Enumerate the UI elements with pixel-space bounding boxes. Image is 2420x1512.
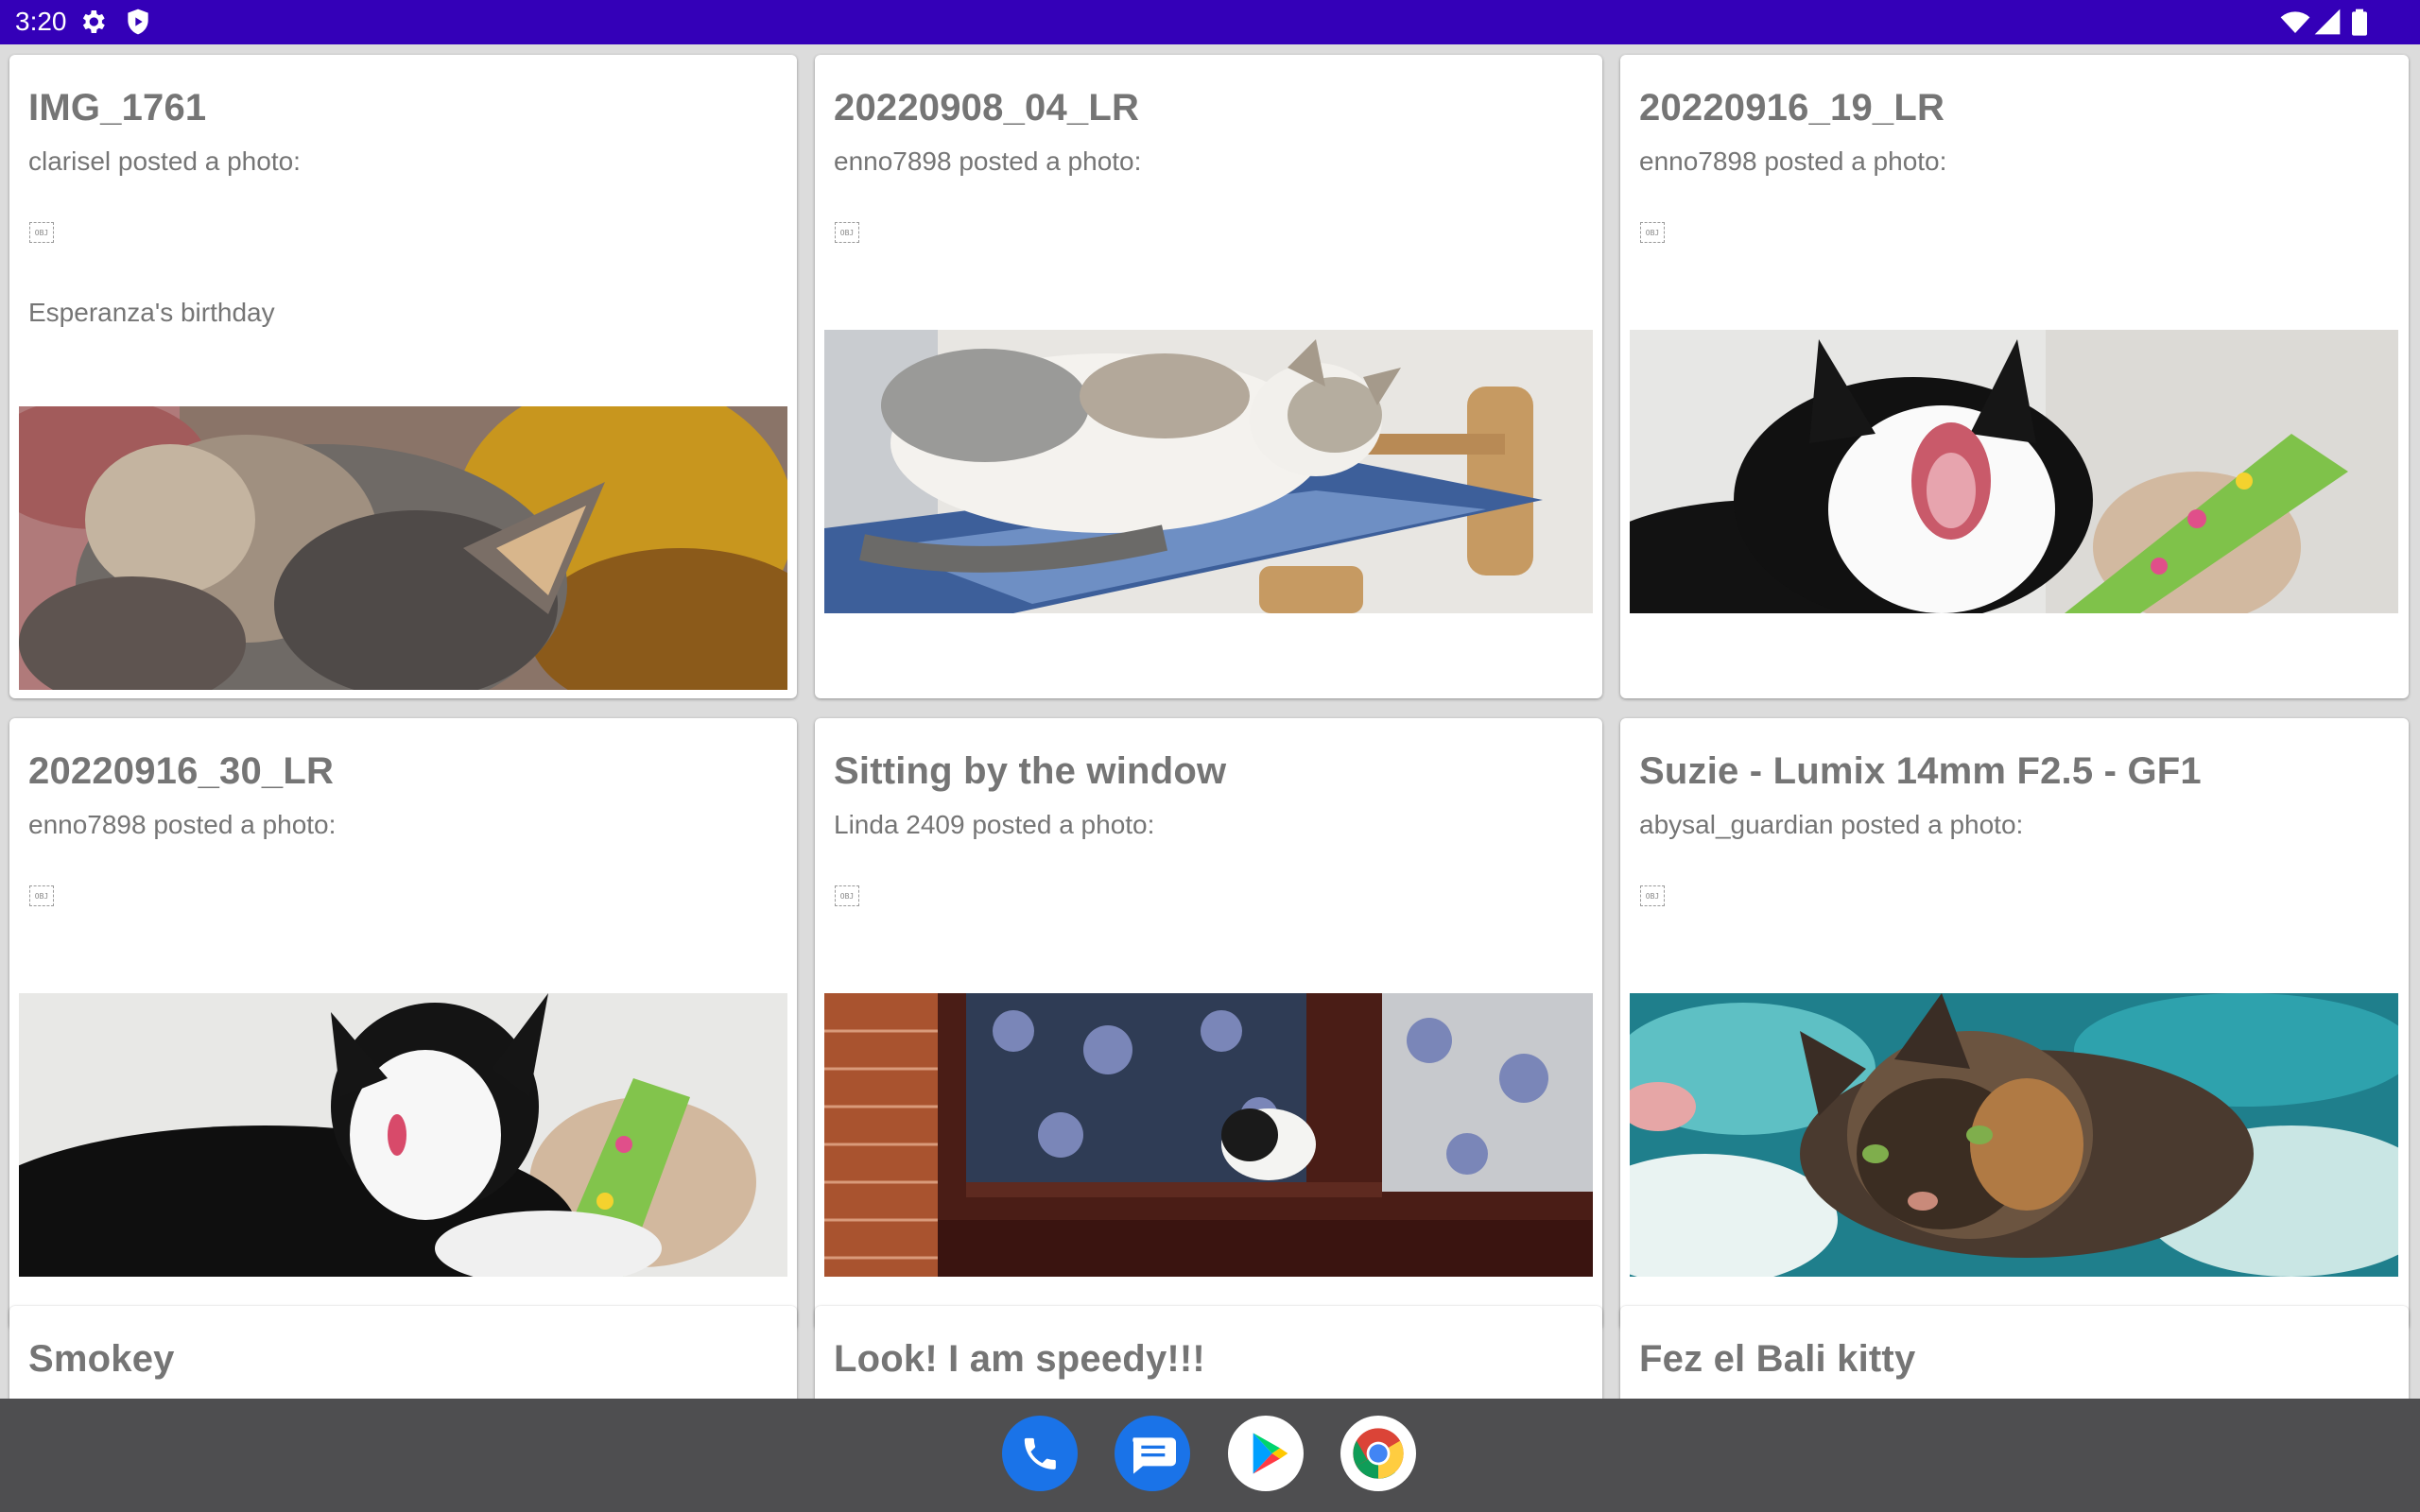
card-byline: enno7898 posted a photo:	[1639, 146, 1947, 176]
play-store-app-button[interactable]	[1228, 1416, 1304, 1491]
feed-card[interactable]: IMG_1761 clarisel posted a photo: OBJ Es…	[9, 55, 797, 698]
object-placeholder-icon: OBJ	[835, 885, 859, 906]
card-byline: clarisel posted a photo:	[28, 146, 301, 176]
card-title: Smokey	[28, 1338, 175, 1380]
card-photo[interactable]	[1630, 330, 2398, 613]
card-title: IMG_1761	[28, 87, 207, 129]
object-placeholder-icon: OBJ	[1640, 222, 1665, 243]
card-caption: Esperanza's birthday	[28, 298, 275, 327]
phone-icon	[1024, 1437, 1056, 1469]
card-title: 20220916_30_LR	[28, 750, 335, 792]
card-title: Look! I am speedy!!!	[834, 1338, 1205, 1380]
object-placeholder-icon: OBJ	[1640, 885, 1665, 906]
feed-card[interactable]: Look! I am speedy!!!	[815, 1306, 1602, 1399]
card-photo[interactable]	[824, 330, 1593, 613]
card-title: Fez el Bali kitty	[1639, 1338, 1916, 1380]
card-photo[interactable]	[19, 993, 787, 1277]
card-title: 20220908_04_LR	[834, 87, 1140, 129]
battery-icon	[2352, 9, 2367, 36]
card-byline: Linda 2409 posted a photo:	[834, 810, 1155, 839]
feed-card[interactable]: 20220916_30_LR enno7898 posted a photo: …	[9, 718, 797, 1330]
messages-app-button[interactable]	[1115, 1416, 1190, 1491]
feed-card[interactable]: 20220916_19_LR enno7898 posted a photo: …	[1620, 55, 2409, 698]
card-photo[interactable]	[824, 993, 1593, 1277]
wifi-icon	[2280, 11, 2310, 33]
messages-icon	[1132, 1437, 1176, 1474]
shield-icon	[128, 9, 148, 35]
feed-card[interactable]: Suzie - Lumix 14mm F2.5 - GF1 abysal_gua…	[1620, 718, 2409, 1330]
feed-card[interactable]: 20220908_04_LR enno7898 posted a photo: …	[815, 55, 1602, 698]
feed-card[interactable]: Sitting by the window Linda 2409 posted …	[815, 718, 1602, 1330]
card-title: Sitting by the window	[834, 750, 1227, 792]
gear-icon	[82, 10, 105, 33]
feed-card[interactable]: Fez el Bali kitty	[1620, 1306, 2409, 1399]
card-photo[interactable]	[1630, 993, 2398, 1277]
object-placeholder-icon: OBJ	[835, 222, 859, 243]
chrome-app-button[interactable]	[1340, 1416, 1416, 1491]
play-store-icon	[1253, 1433, 1288, 1474]
card-byline: abysal_guardian posted a photo:	[1639, 810, 2024, 839]
clock: 3:20	[15, 7, 67, 36]
card-title: 20220916_19_LR	[1639, 87, 1945, 129]
app-dock	[0, 1399, 2420, 1512]
feed-card[interactable]: Smokey	[9, 1306, 797, 1399]
signal-icon	[2314, 9, 2341, 35]
phone-app-button[interactable]	[1002, 1416, 1078, 1491]
photo-feed[interactable]: IMG_1761 clarisel posted a photo: OBJ Es…	[0, 44, 2420, 1399]
card-byline: enno7898 posted a photo:	[28, 810, 337, 839]
object-placeholder-icon: OBJ	[29, 222, 54, 243]
card-byline: enno7898 posted a photo:	[834, 146, 1142, 176]
status-bar: 3:20	[0, 0, 2420, 44]
chrome-icon	[1353, 1428, 1404, 1479]
card-title: Suzie - Lumix 14mm F2.5 - GF1	[1639, 750, 2202, 792]
card-photo[interactable]	[19, 406, 787, 690]
object-placeholder-icon: OBJ	[29, 885, 54, 906]
